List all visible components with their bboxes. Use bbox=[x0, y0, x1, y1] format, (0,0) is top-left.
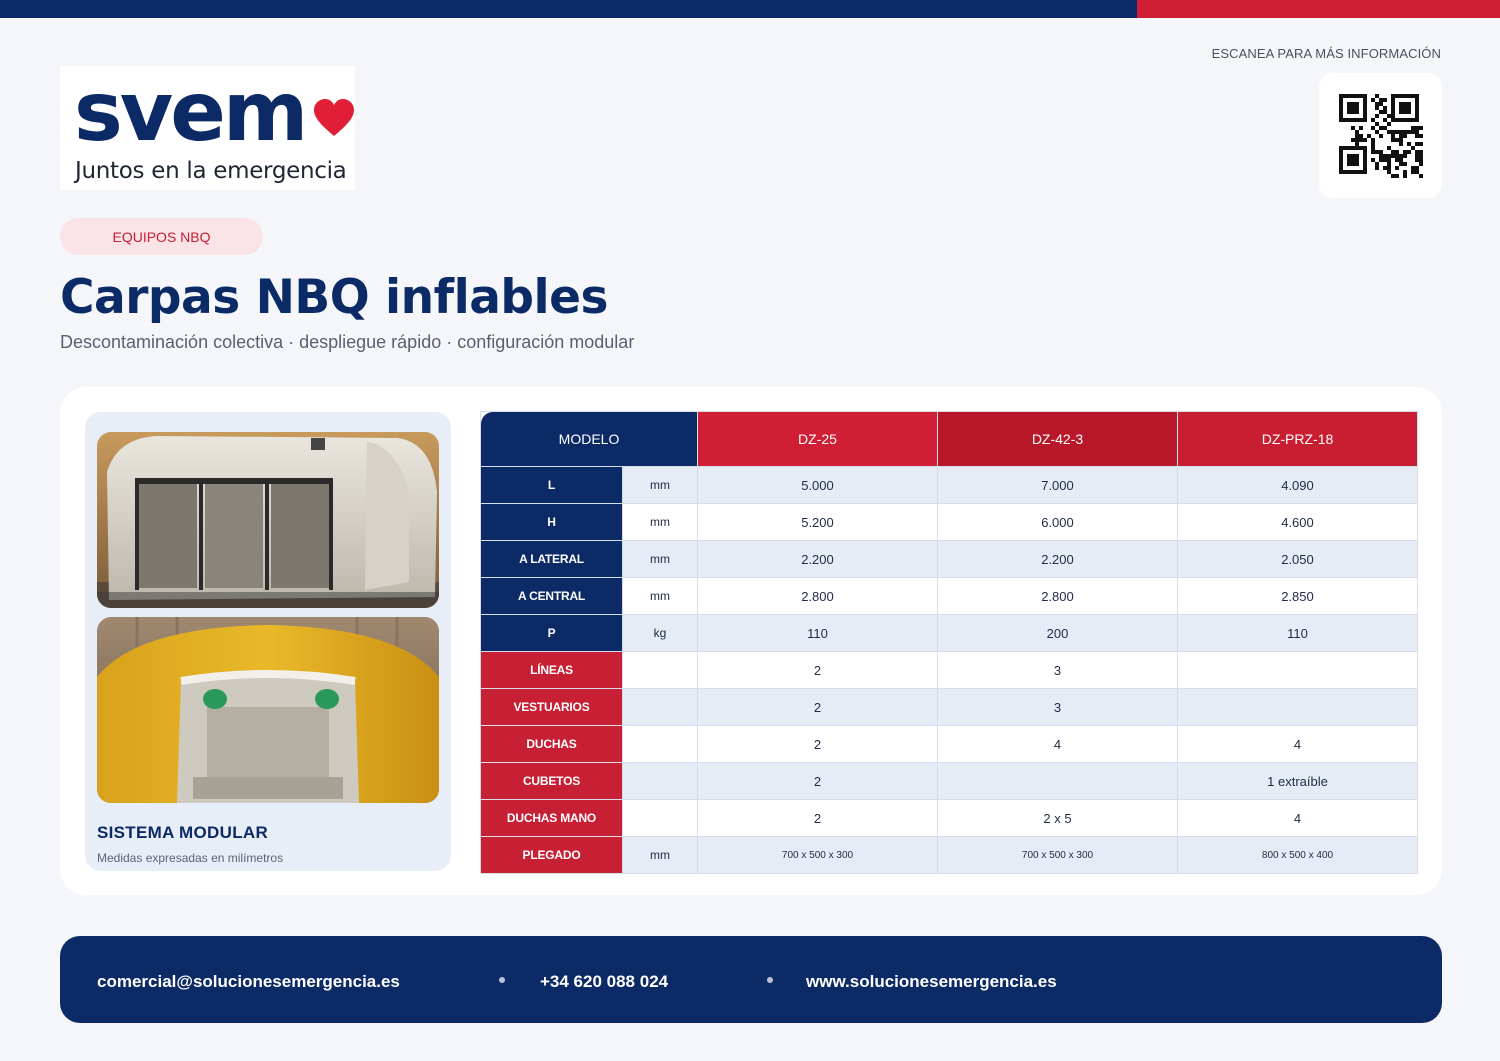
cell-value: 5.200 bbox=[697, 503, 938, 541]
table-row: DUCHAS 2 4 4 bbox=[480, 725, 1418, 763]
model-column-header: DZ-42-3 bbox=[937, 411, 1178, 467]
top-accent-bar bbox=[0, 0, 1500, 18]
cell-value: 2.800 bbox=[937, 577, 1178, 615]
cell-value: 4 bbox=[1177, 799, 1418, 837]
category-badge: EQUIPOS NBQ bbox=[60, 218, 263, 255]
row-unit: mm bbox=[622, 577, 698, 615]
row-unit bbox=[622, 725, 698, 763]
top-accent-red bbox=[1137, 0, 1500, 18]
top-accent-navy bbox=[0, 0, 1137, 18]
table-row: PLEGADO mm 700 x 500 x 300 700 x 500 x 3… bbox=[480, 836, 1418, 874]
row-label: DUCHAS MANO bbox=[480, 799, 623, 837]
cell-value: 200 bbox=[937, 614, 1178, 652]
footer-separator-dot bbox=[767, 977, 773, 983]
cell-value: 4.090 bbox=[1177, 466, 1418, 504]
row-label: L bbox=[480, 466, 623, 504]
brand-logo: svem Juntos en la emergencia bbox=[60, 66, 355, 190]
cell-value: 4 bbox=[1177, 725, 1418, 763]
row-label: A CENTRAL bbox=[480, 577, 623, 615]
row-label: P bbox=[480, 614, 623, 652]
cell-value: 700 x 500 x 300 bbox=[937, 836, 1178, 874]
panel-note: Medidas expresadas en milímetros bbox=[97, 851, 284, 865]
cell-value: 2.200 bbox=[937, 540, 1178, 578]
qr-caption: ESCANEA PARA MÁS INFORMACIÓN bbox=[1211, 46, 1441, 61]
qr-code-icon[interactable] bbox=[1338, 93, 1423, 178]
row-label: DUCHAS bbox=[480, 725, 623, 763]
brand-slogan: Juntos en la emergencia bbox=[75, 158, 347, 184]
footer-phone-link[interactable]: +34 620 088 024 bbox=[540, 972, 668, 992]
row-unit bbox=[622, 762, 698, 800]
cell-value: 7.000 bbox=[937, 466, 1178, 504]
table-row: L mm 5.000 7.000 4.090 bbox=[480, 466, 1418, 504]
row-unit: kg bbox=[622, 614, 698, 652]
cell-value bbox=[1177, 688, 1418, 726]
table-row: A CENTRAL mm 2.800 2.800 2.850 bbox=[480, 577, 1418, 615]
row-label: CUBETOS bbox=[480, 762, 623, 800]
cell-value: 800 x 500 x 400 bbox=[1177, 836, 1418, 874]
table-row: LÍNEAS 2 3 bbox=[480, 651, 1418, 689]
footer-website-link[interactable]: www.solucionesemergencia.es bbox=[806, 972, 1057, 992]
cell-value: 4 bbox=[937, 725, 1178, 763]
footer-separator-dot bbox=[499, 977, 505, 983]
cell-value: 4.600 bbox=[1177, 503, 1418, 541]
cell-value: 700 x 500 x 300 bbox=[697, 836, 938, 874]
table-row: VESTUARIOS 2 3 bbox=[480, 688, 1418, 726]
row-unit: mm bbox=[622, 503, 698, 541]
row-unit bbox=[622, 799, 698, 837]
cell-value: 2 bbox=[697, 688, 938, 726]
cell-value: 2 bbox=[697, 651, 938, 689]
footer-email-link[interactable]: comercial@solucionesemergencia.es bbox=[97, 972, 400, 992]
tent-photo-yellow bbox=[97, 617, 439, 803]
cell-value: 3 bbox=[937, 688, 1178, 726]
cell-value: 3 bbox=[937, 651, 1178, 689]
table-row: H mm 5.200 6.000 4.600 bbox=[480, 503, 1418, 541]
row-unit: mm bbox=[622, 540, 698, 578]
row-unit: mm bbox=[622, 836, 698, 874]
page-subtitle: Descontaminación colectiva · despliegue … bbox=[60, 332, 635, 352]
cell-value: 6.000 bbox=[937, 503, 1178, 541]
cell-value: 5.000 bbox=[697, 466, 938, 504]
cell-value bbox=[937, 762, 1178, 800]
spec-table: MODELO DZ-25 DZ-42-3 DZ-PRZ-18 L mm 5.00… bbox=[480, 411, 1418, 874]
model-column-header: DZ-PRZ-18 bbox=[1177, 411, 1418, 467]
row-label: PLEGADO bbox=[480, 836, 623, 874]
cell-value: 2.200 bbox=[697, 540, 938, 578]
cell-value: 2 x 5 bbox=[937, 799, 1178, 837]
panel-title: SISTEMA MODULAR bbox=[97, 823, 269, 842]
cell-value: 2.050 bbox=[1177, 540, 1418, 578]
model-header: MODELO bbox=[480, 411, 698, 467]
model-column-header: DZ-25 bbox=[697, 411, 938, 467]
row-unit: mm bbox=[622, 466, 698, 504]
cell-value bbox=[1177, 651, 1418, 689]
heart-icon bbox=[314, 99, 354, 136]
qr-code-card[interactable] bbox=[1319, 73, 1442, 198]
table-row: P kg 110 200 110 bbox=[480, 614, 1418, 652]
cell-value: 1 extraíble bbox=[1177, 762, 1418, 800]
cell-value: 110 bbox=[697, 614, 938, 652]
table-row: CUBETOS 2 1 extraíble bbox=[480, 762, 1418, 800]
tent-photo-white bbox=[97, 432, 439, 608]
table-header-row: MODELO DZ-25 DZ-42-3 DZ-PRZ-18 bbox=[480, 411, 1418, 467]
row-unit bbox=[622, 651, 698, 689]
row-label: VESTUARIOS bbox=[480, 688, 623, 726]
row-label: H bbox=[480, 503, 623, 541]
page-title: Carpas NBQ inflables bbox=[60, 270, 609, 325]
contact-footer: comercial@solucionesemergencia.es +34 62… bbox=[60, 936, 1442, 1023]
row-label: LÍNEAS bbox=[480, 651, 623, 689]
table-row: A LATERAL mm 2.200 2.200 2.050 bbox=[480, 540, 1418, 578]
row-unit bbox=[622, 688, 698, 726]
cell-value: 2 bbox=[697, 725, 938, 763]
cell-value: 2.800 bbox=[697, 577, 938, 615]
table-row: DUCHAS MANO 2 2 x 5 4 bbox=[480, 799, 1418, 837]
logo-wordmark: svem bbox=[74, 66, 305, 160]
cell-value: 2 bbox=[697, 799, 938, 837]
cell-value: 2.850 bbox=[1177, 577, 1418, 615]
row-label: A LATERAL bbox=[480, 540, 623, 578]
cell-value: 110 bbox=[1177, 614, 1418, 652]
cell-value: 2 bbox=[697, 762, 938, 800]
